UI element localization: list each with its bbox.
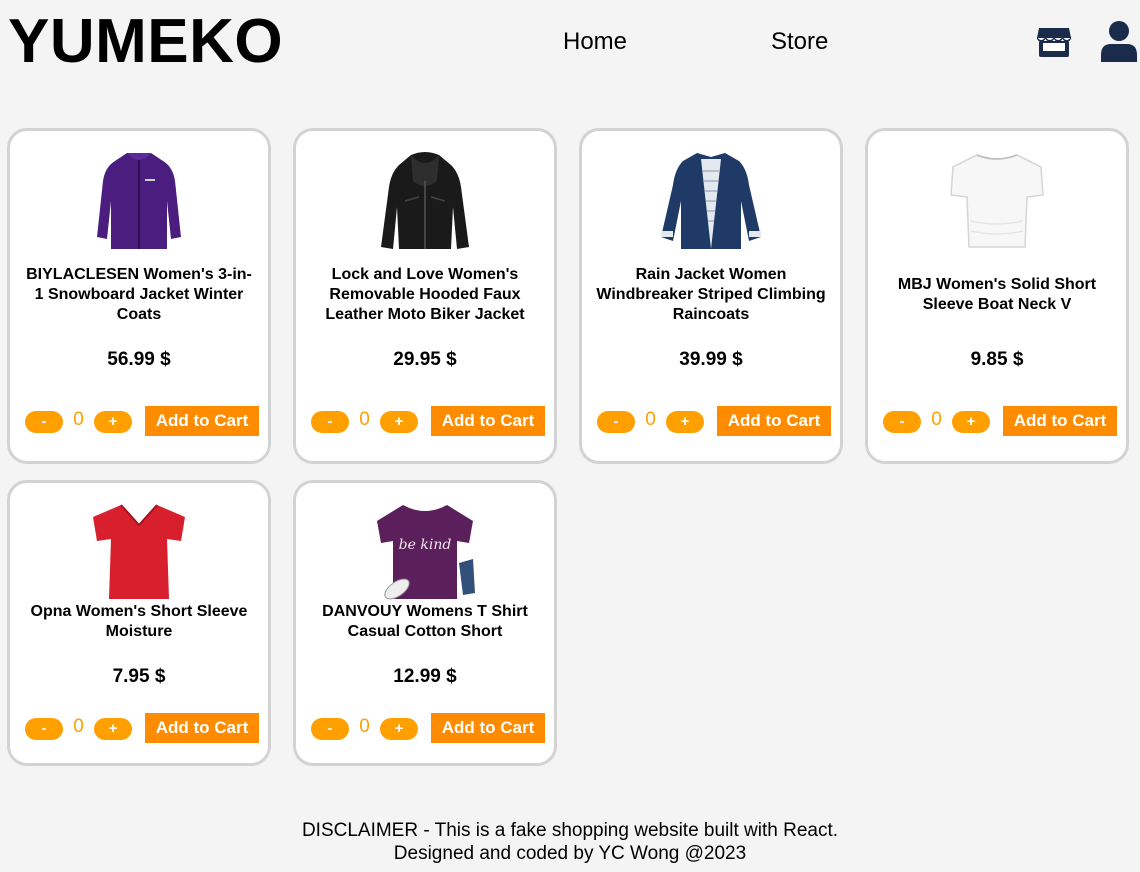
product-card: Rain Jacket Women Windbreaker Striped Cl…	[579, 128, 843, 464]
increase-quantity-button[interactable]: +	[666, 411, 704, 433]
product-title: Rain Jacket Women Windbreaker Striped Cl…	[596, 266, 826, 323]
add-to-cart-button[interactable]: Add to Cart	[145, 713, 259, 743]
user-icon[interactable]	[1100, 20, 1138, 67]
quantity-value: 0	[359, 409, 370, 430]
product-price: 12.99 $	[393, 666, 457, 687]
product-price: 29.95 $	[393, 349, 457, 370]
disclaimer-text: DISCLAIMER - This is a fake shopping web…	[301, 820, 839, 841]
decrease-quantity-button[interactable]: -	[311, 718, 349, 740]
cart-controls: - 0 + Add to Cart	[597, 406, 837, 438]
add-to-cart-button[interactable]: Add to Cart	[1003, 406, 1117, 436]
cart-controls: - 0 + Add to Cart	[25, 406, 265, 438]
tshirt-print-text: be kind	[399, 537, 452, 553]
product-price: 39.99 $	[679, 349, 743, 370]
product-image-purple-graphic-tshirt: be kind	[377, 505, 475, 600]
product-card: be kind DANVOUY Womens T Shirt Casual Co…	[293, 480, 557, 766]
product-image-white-tshirt	[950, 154, 1044, 248]
product-image-red-tshirt	[93, 504, 185, 599]
credits-text: Designed and coded by YC Wong @2023	[393, 843, 747, 864]
increase-quantity-button[interactable]: +	[94, 411, 132, 433]
add-to-cart-button[interactable]: Add to Cart	[717, 406, 831, 436]
cart-controls: - 0 + Add to Cart	[25, 713, 265, 745]
decrease-quantity-button[interactable]: -	[25, 411, 63, 433]
increase-quantity-button[interactable]: +	[94, 718, 132, 740]
add-to-cart-button[interactable]: Add to Cart	[431, 713, 545, 743]
brand-logo[interactable]: YUMEKO	[8, 6, 283, 78]
increase-quantity-button[interactable]: +	[380, 411, 418, 433]
add-to-cart-button[interactable]: Add to Cart	[431, 406, 545, 436]
quantity-value: 0	[73, 409, 84, 430]
product-card: Lock and Love Women's Removable Hooded F…	[293, 128, 557, 464]
product-price: 56.99 $	[107, 349, 171, 370]
cart-controls: - 0 + Add to Cart	[311, 713, 551, 745]
product-title: MBJ Women's Solid Short Sleeve Boat Neck…	[897, 276, 1097, 313]
product-card: Opna Women's Short Sleeve Moisture 7.95 …	[7, 480, 271, 766]
decrease-quantity-button[interactable]: -	[25, 718, 63, 740]
product-title: Lock and Love Women's Removable Hooded F…	[325, 266, 525, 323]
product-title: DANVOUY Womens T Shirt Casual Cotton Sho…	[322, 603, 528, 640]
quantity-value: 0	[645, 409, 656, 430]
add-to-cart-button[interactable]: Add to Cart	[145, 406, 259, 436]
quantity-value: 0	[359, 716, 370, 737]
product-title: BIYLACLESEN Women's 3-in-1 Snowboard Jac…	[26, 266, 252, 323]
decrease-quantity-button[interactable]: -	[883, 411, 921, 433]
product-price: 7.95 $	[112, 666, 166, 687]
product-card: BIYLACLESEN Women's 3-in-1 Snowboard Jac…	[7, 128, 271, 464]
cart-controls: - 0 + Add to Cart	[883, 406, 1123, 438]
nav-store-link[interactable]: Store	[771, 27, 828, 57]
product-image-purple-jacket	[97, 153, 181, 249]
storefront-icon[interactable]	[1036, 24, 1072, 65]
product-card: MBJ Women's Solid Short Sleeve Boat Neck…	[865, 128, 1129, 464]
product-image-navy-rain-jacket	[661, 153, 761, 249]
decrease-quantity-button[interactable]: -	[311, 411, 349, 433]
quantity-value: 0	[931, 409, 942, 430]
product-title: Opna Women's Short Sleeve Moisture	[30, 603, 248, 640]
site-footer: DISCLAIMER - This is a fake shopping web…	[0, 819, 1140, 865]
increase-quantity-button[interactable]: +	[952, 411, 990, 433]
product-price: 9.85 $	[970, 349, 1024, 370]
site-header: YUMEKO Home Store	[0, 0, 1140, 90]
quantity-value: 0	[73, 716, 84, 737]
decrease-quantity-button[interactable]: -	[597, 411, 635, 433]
cart-controls: - 0 + Add to Cart	[311, 406, 551, 438]
nav-home-link[interactable]: Home	[563, 27, 627, 57]
increase-quantity-button[interactable]: +	[380, 718, 418, 740]
product-image-black-leather-jacket	[381, 152, 469, 249]
